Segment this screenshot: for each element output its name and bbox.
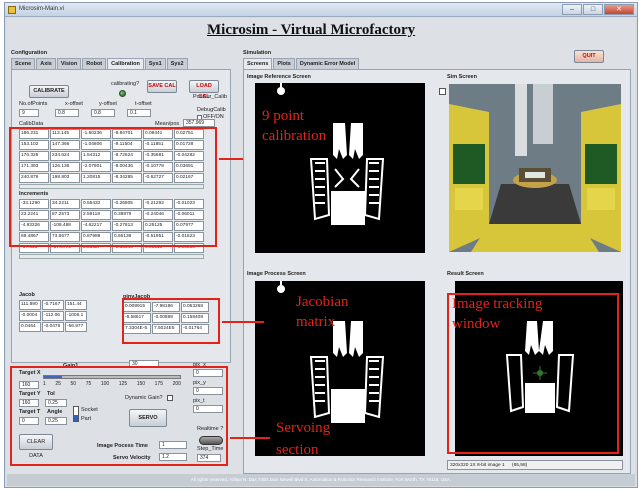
window-title: Microsim-Main.vi [19,6,64,12]
jacob-table: 111.890 -0.7167 151.44 -0.0004 -112.06 -1006.… [19,300,87,332]
no-of-points-input[interactable]: 9 [19,109,39,117]
x-offset-input[interactable]: 0.8 [55,109,79,117]
tab-screens[interactable]: Screens [243,58,273,69]
app-title: Microsim - Virtual Microfactory [207,22,416,38]
result-screen-label: Result Screen [447,271,484,277]
maximize-button[interactable]: □ [583,4,603,15]
calibration-arrow [219,158,243,160]
proc-screen-label: Image Process Screen [247,271,306,277]
t-offset-input[interactable]: 0.1 [127,109,151,117]
sim-screen [449,84,621,252]
jacob-cell: 0.0464 [19,322,41,332]
tab-axis[interactable]: Axis [36,58,56,69]
jacob-cell: 111.890 [19,300,41,310]
jacob-cell: 151.44 [65,300,87,310]
tab-robot[interactable]: Robot [82,58,107,69]
jacob-cell: -112.06 [42,311,64,321]
quit-button[interactable]: QUIT [574,50,604,63]
tab-calibration[interactable]: Calibration [107,58,144,69]
sim-screen-label: Sim Screen [447,74,477,80]
footer-copyright: All rights reserved, Aditya N. Das 7300 … [7,474,635,486]
simulation-label: Simulation [243,50,272,56]
image-status-text: 320x320 1X 8-bit image 1 [450,463,505,468]
calibration-annotation-line-2: calibration [262,128,327,144]
tab-sys1[interactable]: Sys1 [144,58,166,69]
sim-3d-scene [449,84,621,252]
x-offset-label: x-offset [65,101,83,107]
tab-sys2[interactable]: Sys2 [166,58,188,69]
calibration-annotation-line-1: 9 point [262,108,305,124]
servoing-arrow [230,437,270,439]
y-offset-label: y-offset [99,101,117,107]
jacob-cell: -56.977 [65,322,87,332]
ref-screen-label: Image Reference Screen [247,74,311,80]
save-cal-button[interactable]: SAVE CAL [147,80,177,93]
image-status-coord: (65,98) [512,463,528,468]
increments-scrollbar[interactable] [19,254,204,259]
mean-pos-value: 357.969 [183,119,215,127]
servoing-highlight-box [10,366,228,466]
tab-plots[interactable]: Plots [273,58,295,69]
configuration-label: Configuration [11,50,48,56]
tab-vision[interactable]: Vision [56,58,82,69]
debug-calib-label: DebugCalib [197,107,226,113]
close-button[interactable]: ✕ [604,4,634,15]
t-offset-label: t-offset [135,101,152,107]
tab-scene[interactable]: Scene [11,58,36,69]
servoing-annotation-line-1: Servoing [276,420,331,436]
no-of-points-label: No.ofPoints [19,101,48,107]
title-bar: Microsim-Main.vi – □ ✕ [5,3,637,17]
jacob-cell: -0.7167 [42,300,64,310]
jacob-cell: -0.0475 [42,322,64,332]
screen-option-checkbox[interactable] [439,88,446,95]
poscur-calib-label: PosCur_Calib [193,94,227,100]
tab-dynamic-error-model[interactable]: Dynamic Error Model [295,58,360,69]
calibrating-led [119,90,126,97]
jacobian-arrow [222,321,264,323]
minimize-button[interactable]: – [562,4,582,15]
jacob-cell: -1006.1 [65,311,87,321]
app-icon [8,6,16,14]
jacobian-annotation-line-2: matrix [296,314,336,330]
tracking-annotation-line-1: Image tracking [452,296,543,312]
servoing-annotation-line-2: section [276,442,319,458]
jacobian-annotation-line-1: Jacobian [296,294,349,310]
image-status-bar: 320x320 1X 8-bit image 1 (65,98) [447,460,623,470]
calibrating-label: calibrating? [111,81,140,87]
calibrate-button[interactable]: CALIBRATE [29,85,69,98]
tracking-annotation-line-2: window [452,316,501,332]
jacobian-highlight-box [122,298,220,344]
jacob-label: Jacob [19,292,35,298]
jacob-cell: -0.0004 [19,311,41,321]
calibration-highlight-box [9,127,217,247]
load-cal-button[interactable]: LOAD CAL [189,80,219,100]
y-offset-input[interactable]: 0.8 [91,109,115,117]
